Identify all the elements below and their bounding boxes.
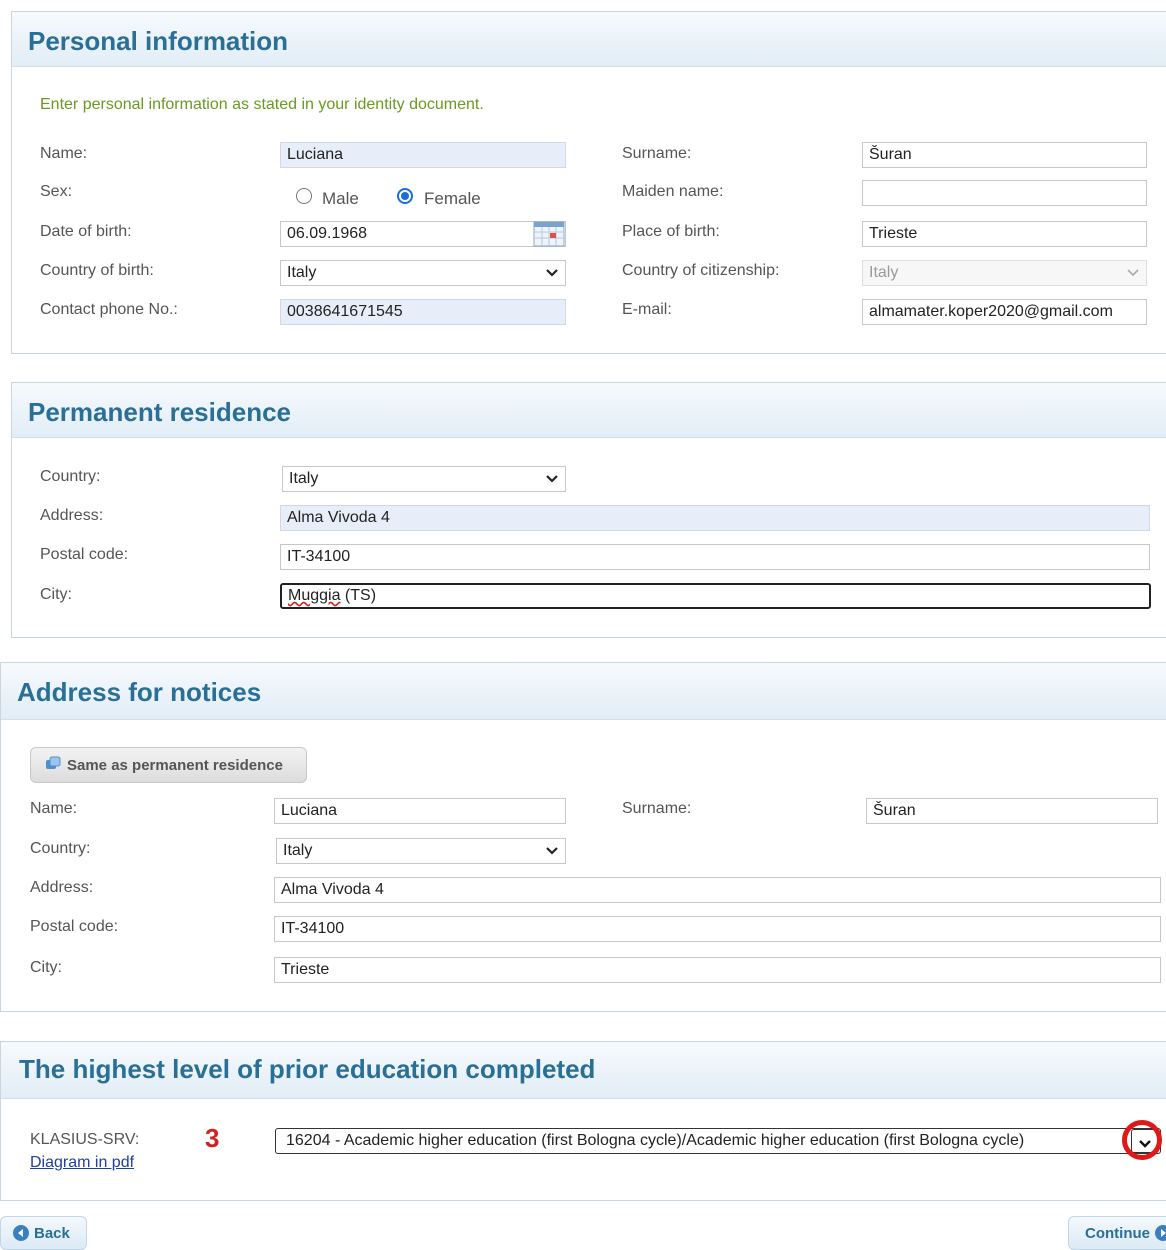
sex-female-label: Female	[424, 189, 481, 208]
residence-city-word: Muggia	[288, 587, 341, 604]
residence-address-label: Address:	[40, 507, 104, 524]
back-button[interactable]: Back	[0, 1216, 87, 1250]
phone-field[interactable]: 0038641671545	[280, 299, 566, 325]
date-of-birth-field[interactable]: 06.09.1968	[280, 221, 566, 247]
country-of-birth-label: Country of birth:	[40, 262, 154, 279]
klasius-label: KLASIUS-SRV:	[30, 1131, 140, 1148]
notices-country-value: Italy	[283, 842, 313, 859]
residence-country-value: Italy	[289, 470, 319, 487]
personal-hint: Enter personal information as stated in …	[40, 96, 484, 113]
surname-field[interactable]: Šuran	[862, 142, 1147, 168]
residence-postal-field[interactable]: IT-34100	[280, 544, 1150, 570]
notices-name-label: Name:	[30, 800, 78, 817]
education-title: The highest level of prior education com…	[19, 1054, 596, 1084]
email-label: E-mail:	[622, 301, 672, 318]
calendar-icon[interactable]	[533, 221, 565, 247]
klasius-select-value: 16204 - Academic higher education (first…	[286, 1132, 1025, 1149]
sex-male-label: Male	[322, 189, 359, 208]
chevron-down-icon	[545, 467, 559, 484]
notices-address-field[interactable]: Alma Vivoda 4	[274, 877, 1161, 903]
notices-city-label: City:	[30, 959, 62, 976]
forward-arrow-icon	[1155, 1225, 1166, 1241]
annotation-circle	[1122, 1120, 1162, 1160]
education-panel: The highest level of prior education com…	[0, 1041, 1166, 1201]
copy-icon	[45, 756, 61, 774]
permanent-residence-title: Permanent residence	[28, 397, 292, 427]
residence-city-field[interactable]: Muggia (TS)	[280, 583, 1151, 609]
continue-button[interactable]: Continue	[1068, 1216, 1166, 1250]
phone-label: Contact phone No.:	[40, 301, 178, 318]
notices-postal-label: Postal code:	[30, 918, 119, 935]
name-field[interactable]: Luciana	[280, 142, 566, 168]
klasius-select[interactable]: 16204 - Academic higher education (first…	[275, 1128, 1161, 1154]
back-arrow-icon	[13, 1225, 29, 1241]
country-of-birth-select[interactable]: Italy	[280, 260, 566, 286]
name-label: Name:	[40, 145, 88, 162]
chevron-down-icon	[545, 839, 559, 856]
notices-surname-field[interactable]: Šuran	[866, 798, 1158, 824]
residence-city-rest: (TS)	[340, 587, 377, 604]
notices-city-field[interactable]: Trieste	[274, 957, 1161, 983]
notices-surname-label: Surname:	[622, 800, 692, 817]
residence-city-label: City:	[40, 586, 72, 603]
country-of-birth-value: Italy	[287, 264, 317, 281]
same-as-residence-button[interactable]: Same as permanent residence	[30, 747, 307, 783]
back-label: Back	[34, 1224, 70, 1242]
annotation-number: 3	[205, 1123, 220, 1153]
chevron-down-icon	[545, 261, 559, 278]
notices-address-label: Address:	[30, 879, 94, 896]
surname-label: Surname:	[622, 145, 692, 162]
personal-information-title: Personal information	[28, 26, 289, 56]
same-as-residence-label: Same as permanent residence	[67, 756, 283, 774]
place-of-birth-label: Place of birth:	[622, 223, 720, 240]
residence-country-select[interactable]: Italy	[282, 466, 566, 492]
email-field[interactable]: almamater.koper2020@gmail.com	[862, 299, 1147, 325]
date-of-birth-label: Date of birth:	[40, 223, 132, 240]
place-of-birth-field[interactable]: Trieste	[862, 221, 1147, 247]
residence-country-label: Country:	[40, 468, 101, 485]
address-for-notices-title: Address for notices	[17, 677, 262, 707]
maiden-name-field[interactable]	[862, 180, 1147, 206]
maiden-name-label: Maiden name:	[622, 183, 724, 200]
continue-label: Continue	[1085, 1224, 1150, 1242]
citizenship-select: Italy	[862, 260, 1147, 286]
citizenship-label: Country of citizenship:	[622, 262, 780, 279]
residence-postal-label: Postal code:	[40, 546, 129, 563]
notices-name-field[interactable]: Luciana	[274, 798, 566, 824]
diagram-pdf-link[interactable]: Diagram in pdf	[30, 1154, 134, 1172]
notices-postal-field[interactable]: IT-34100	[274, 916, 1161, 942]
notices-country-select[interactable]: Italy	[276, 838, 566, 864]
citizenship-value: Italy	[869, 264, 899, 281]
sex-male-radio[interactable]	[296, 188, 312, 204]
sex-female-radio[interactable]	[397, 188, 413, 204]
chevron-down-icon	[1126, 261, 1140, 278]
residence-address-field[interactable]: Alma Vivoda 4	[280, 505, 1150, 531]
sex-label: Sex:	[40, 183, 73, 200]
notices-country-label: Country:	[30, 840, 91, 857]
